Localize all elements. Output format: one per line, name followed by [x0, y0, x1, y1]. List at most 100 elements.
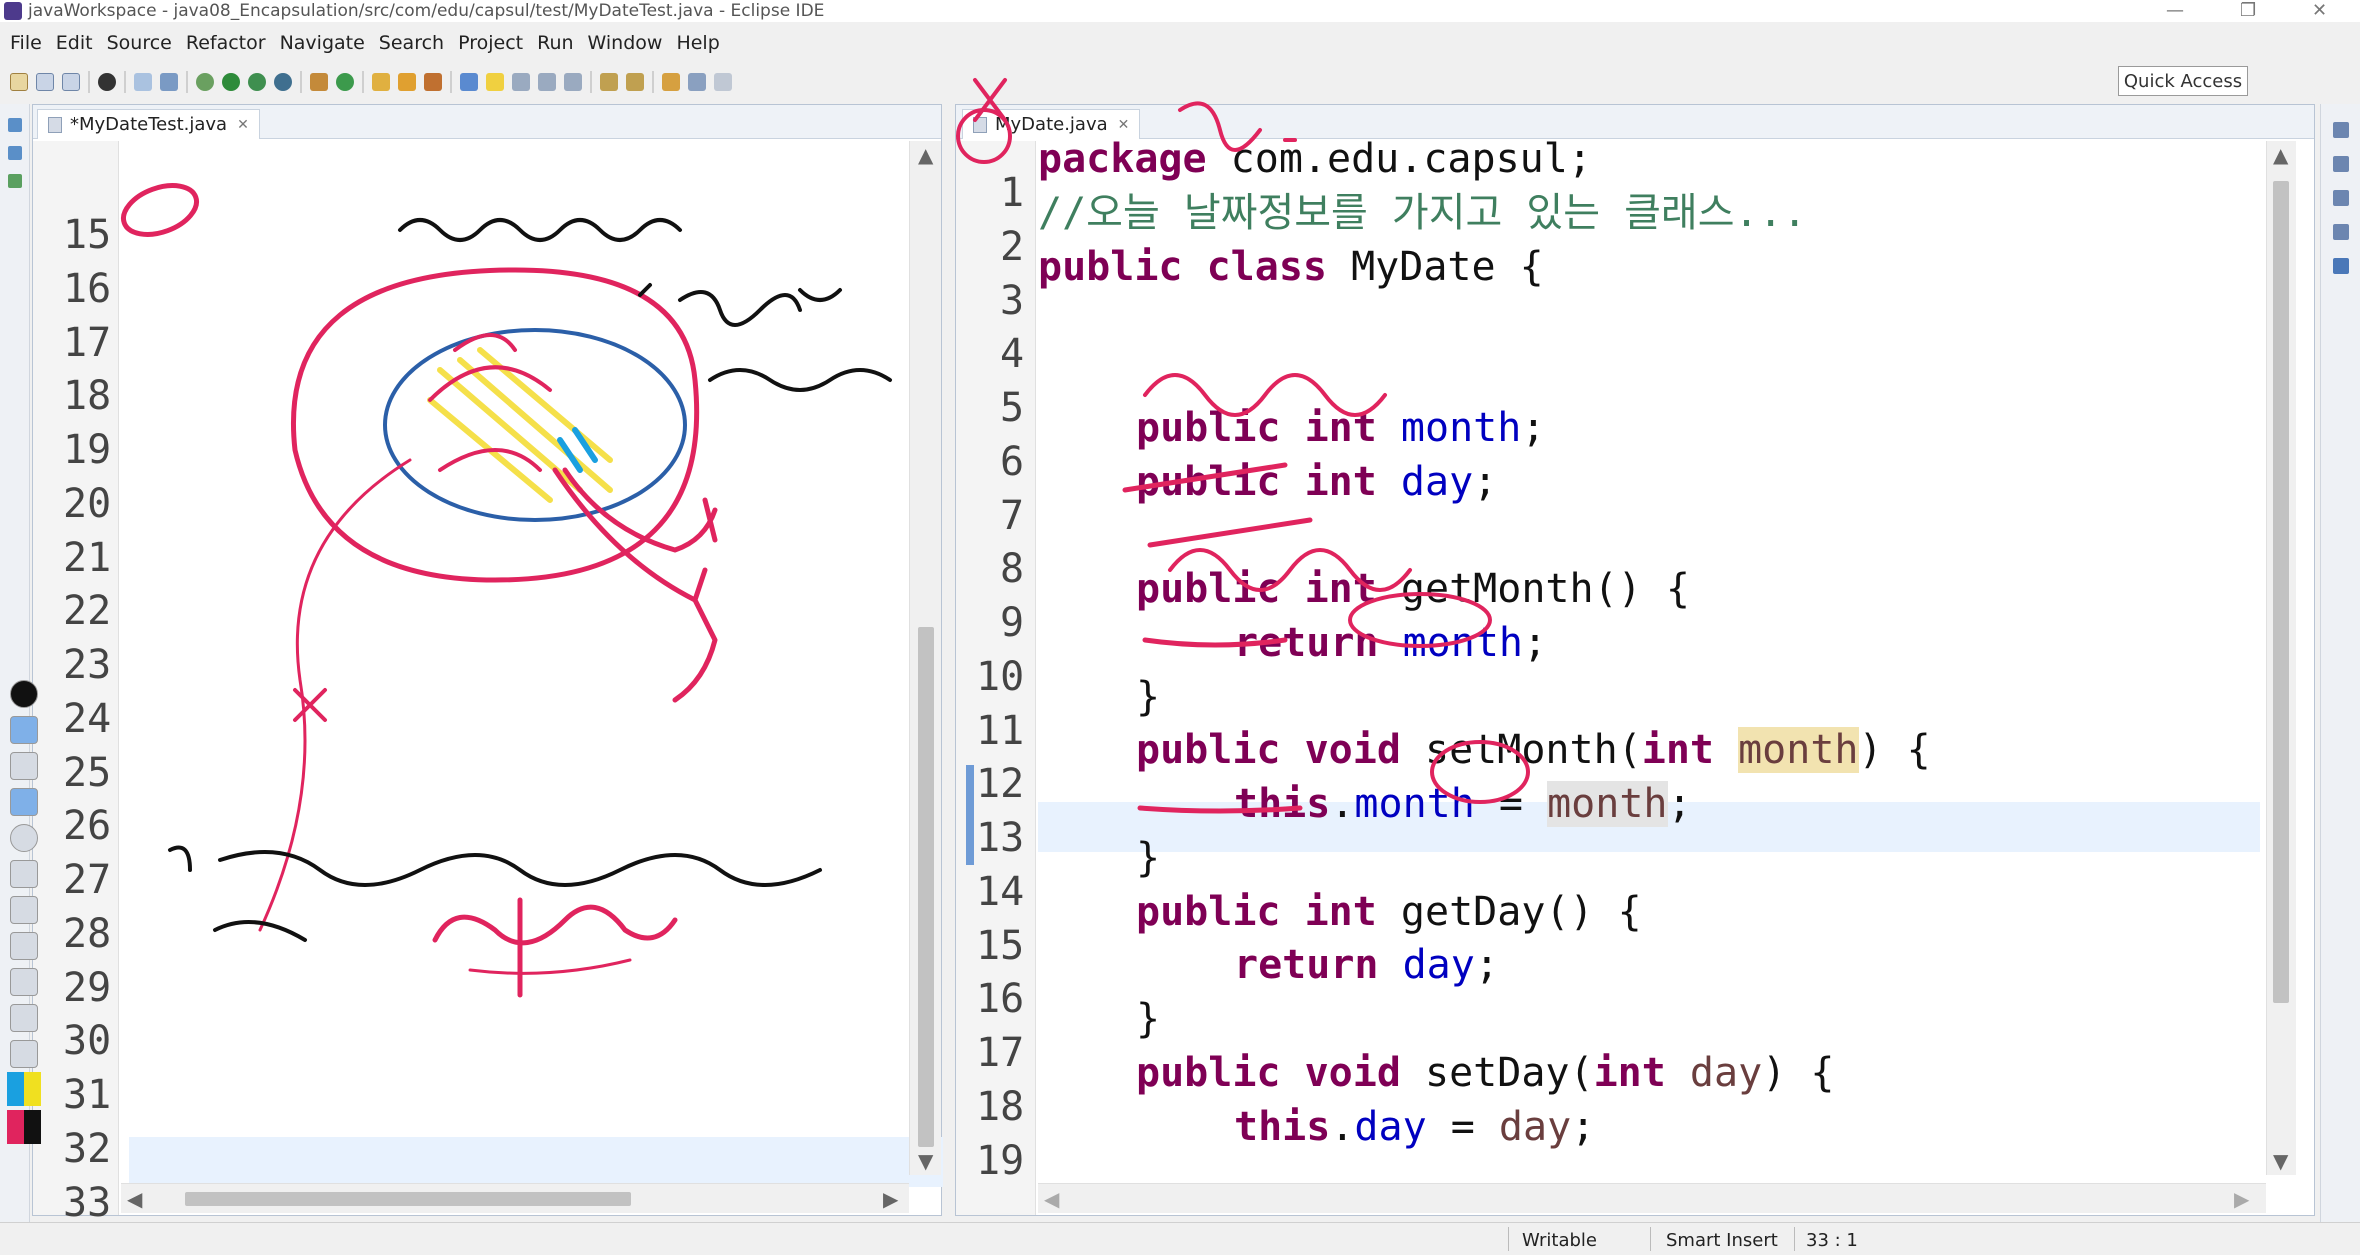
code-line-9[interactable]: public int getMonth() { — [1136, 569, 1690, 609]
pen-app-icon[interactable] — [10, 680, 38, 708]
scroll-thumb[interactable] — [918, 627, 934, 1147]
code-line-16[interactable]: return day; — [1234, 945, 1499, 985]
hierarchy-icon[interactable] — [7, 146, 22, 160]
menu-refactor[interactable]: Refactor — [186, 32, 266, 54]
menu-navigate[interactable]: Navigate — [280, 32, 365, 54]
code-line-15[interactable]: public int getDay() { — [1136, 892, 1642, 932]
tab-mydate[interactable]: MyDate.java ✕ — [962, 109, 1141, 139]
keyword: public int — [1136, 405, 1377, 451]
scroll-right-icon[interactable]: ▶ — [883, 1187, 898, 1211]
menu-edit[interactable]: Edit — [56, 32, 93, 54]
eye-icon[interactable] — [10, 716, 38, 744]
scroll-up-icon[interactable]: ▲ — [918, 143, 933, 167]
scroll-right-icon[interactable]: ▶ — [2234, 1187, 2249, 1211]
forward-icon[interactable] — [714, 73, 732, 91]
search-icon[interactable] — [424, 73, 442, 91]
scroll-down-icon[interactable]: ▼ — [2273, 1149, 2288, 1173]
code-line-14[interactable]: } — [1136, 838, 1160, 878]
undo-icon[interactable] — [10, 896, 38, 924]
code-line-19[interactable]: this.day = day; — [1234, 1107, 1595, 1147]
outline-icon[interactable] — [2332, 122, 2349, 138]
back-icon[interactable] — [688, 73, 706, 91]
save-all-icon[interactable] — [62, 73, 80, 91]
mark-occurrences-icon[interactable] — [460, 73, 478, 91]
clipboard-icon[interactable] — [10, 1040, 38, 1068]
quick-access-field[interactable]: Quick Access — [2118, 66, 2248, 96]
open-folder-icon[interactable] — [398, 73, 416, 91]
next-annotation-icon[interactable] — [600, 73, 618, 91]
minimize-button[interactable]: — — [2166, 0, 2184, 21]
coverage-icon[interactable] — [248, 73, 266, 91]
terminal-icon[interactable] — [134, 73, 152, 91]
package-explorer-icon[interactable] — [7, 118, 22, 132]
word-wrap-icon[interactable] — [512, 73, 530, 91]
code-line-10[interactable]: return month; — [1234, 623, 1547, 663]
run-icon[interactable] — [222, 73, 240, 91]
external-tools-icon[interactable] — [274, 73, 292, 91]
scroll-thumb[interactable] — [2273, 181, 2289, 1003]
scroll-up-icon[interactable]: ▲ — [2273, 143, 2288, 167]
highlight-icon[interactable] — [486, 73, 504, 91]
debug-icon[interactable] — [196, 73, 214, 91]
close-tab-icon[interactable]: ✕ — [237, 117, 249, 133]
new-icon[interactable] — [10, 73, 28, 91]
color-swatch-red-black[interactable] — [7, 1110, 41, 1144]
open-type-icon[interactable] — [372, 73, 390, 91]
navigator-icon[interactable] — [7, 174, 22, 188]
console-icon[interactable] — [2332, 190, 2349, 206]
restore-button[interactable]: ❐ — [2240, 0, 2256, 21]
problems-icon[interactable] — [2332, 224, 2349, 240]
scroll-left-icon[interactable]: ◀ — [127, 1187, 142, 1211]
show-whitespace-icon[interactable] — [564, 73, 582, 91]
code-line-6[interactable]: public int month; — [1136, 408, 1545, 448]
code-line-18[interactable]: public void setDay(int day) { — [1136, 1053, 1834, 1093]
new-class-icon[interactable] — [336, 73, 354, 91]
close-tab-icon[interactable]: ✕ — [1118, 117, 1130, 133]
scroll-left-icon[interactable]: ◀ — [1044, 1187, 1059, 1211]
tab-mydatetest[interactable]: *MyDateTest.java ✕ — [37, 109, 260, 139]
code-line-3[interactable]: public class MyDate { — [1038, 247, 1544, 287]
scroll-down-icon[interactable]: ▼ — [918, 1149, 933, 1173]
close-button[interactable]: ✕ — [2312, 0, 2327, 21]
menu-project[interactable]: Project — [458, 32, 523, 54]
save-icon[interactable] — [36, 73, 54, 91]
color-swatch-blue-yellow[interactable] — [7, 1072, 41, 1106]
scroll-thumb[interactable] — [185, 1192, 631, 1206]
shape-icon[interactable] — [10, 824, 38, 852]
code-line-11[interactable]: } — [1136, 677, 1160, 717]
code-line-12[interactable]: public void setMonth(int month) { — [1136, 727, 1931, 773]
vertical-scrollbar[interactable]: ▲ ▼ — [909, 141, 941, 1175]
menu-source[interactable]: Source — [107, 32, 172, 54]
trash-icon[interactable] — [10, 932, 38, 960]
horizontal-scrollbar[interactable]: ◀ ▶ — [1038, 1183, 2266, 1213]
line-number: 1 — [1000, 170, 1025, 216]
menu-window[interactable]: Window — [588, 32, 663, 54]
menu-run[interactable]: Run — [537, 32, 573, 54]
last-edit-icon[interactable] — [662, 73, 680, 91]
previous-annotation-icon[interactable] — [626, 73, 644, 91]
vertical-scrollbar[interactable]: ▲ ▼ — [2266, 141, 2296, 1175]
task-list-icon[interactable] — [2332, 156, 2349, 172]
code-line-1[interactable]: package com.edu.capsul; — [1038, 139, 1592, 179]
circle-icon[interactable] — [98, 73, 116, 91]
line-number: 17 — [63, 320, 112, 366]
javadoc-icon[interactable] — [2332, 258, 2349, 274]
code-line-13[interactable]: this.month = month; — [1234, 781, 1692, 827]
menu-help[interactable]: Help — [676, 32, 719, 54]
annotation-toolbar — [4, 672, 44, 1202]
cursor-icon[interactable] — [10, 752, 38, 780]
skip-breakpoints-icon[interactable] — [160, 73, 178, 91]
code-line-2[interactable]: //오늘 날짜정보를 가지고 있는 클래스... — [1038, 193, 1807, 233]
pen-icon[interactable] — [10, 788, 38, 816]
whiteboard-icon[interactable] — [10, 968, 38, 996]
eraser-icon[interactable] — [10, 860, 38, 888]
code-text: ; — [1571, 1104, 1596, 1150]
block-select-icon[interactable] — [538, 73, 556, 91]
code-line-7[interactable]: public int day; — [1136, 462, 1497, 502]
camera-icon[interactable] — [10, 1004, 38, 1032]
menu-file[interactable]: File — [10, 32, 42, 54]
code-line-17[interactable]: } — [1136, 999, 1160, 1039]
menu-search[interactable]: Search — [379, 32, 444, 54]
new-package-icon[interactable] — [310, 73, 328, 91]
horizontal-scrollbar[interactable]: ◀ ▶ — [121, 1183, 909, 1213]
